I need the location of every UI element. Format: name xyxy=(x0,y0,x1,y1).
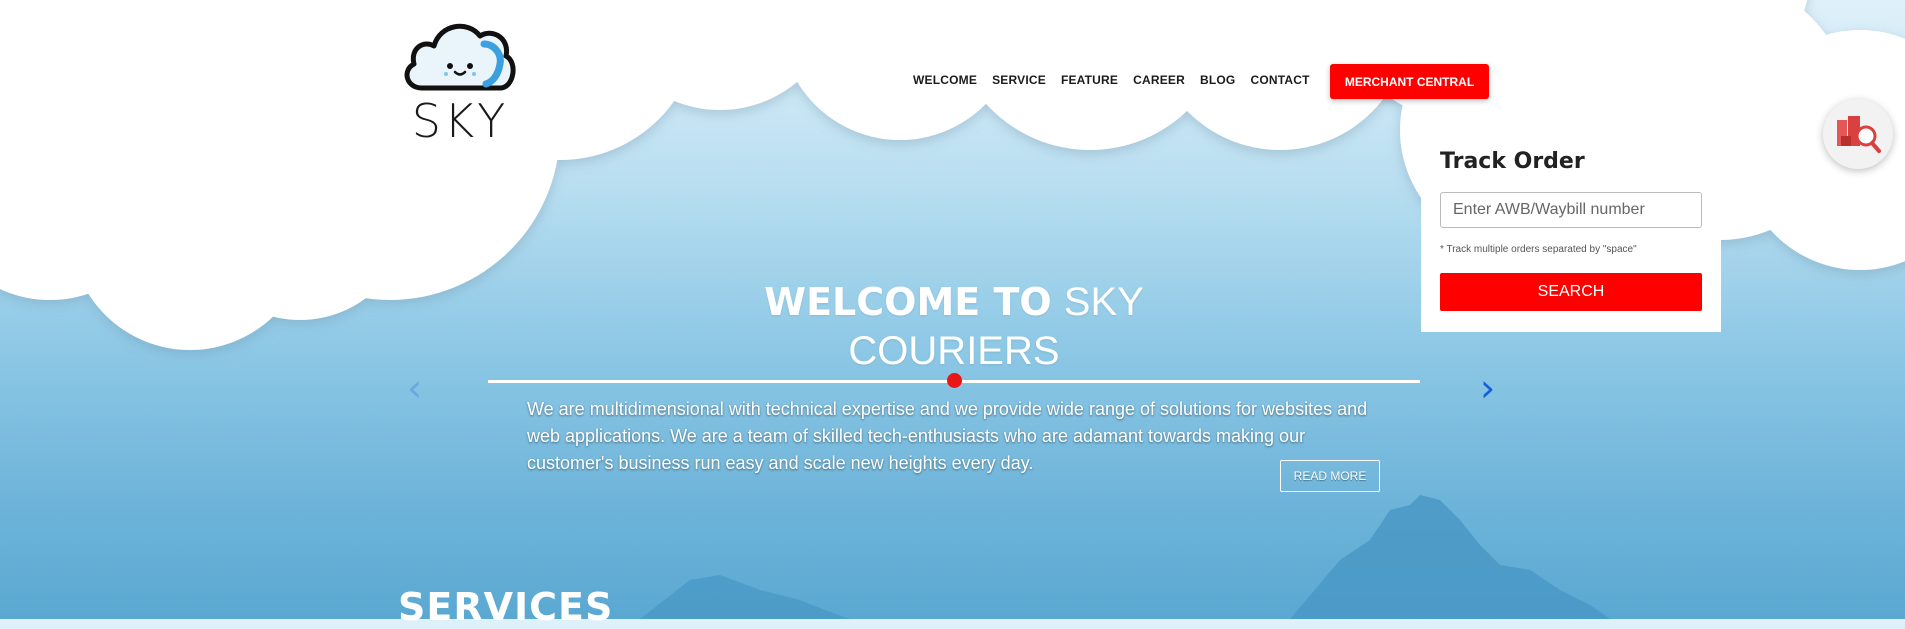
nav-service[interactable]: SERVICE xyxy=(992,73,1046,87)
carousel-prev-icon[interactable]: ‹ xyxy=(407,369,422,407)
search-button[interactable]: SEARCH xyxy=(1440,273,1702,311)
package-search-icon xyxy=(1837,116,1881,153)
brand-name: SKY xyxy=(411,94,509,148)
hero-title-couriers: COURIERS xyxy=(848,329,1060,373)
read-more-button[interactable]: READ MORE xyxy=(1280,460,1380,492)
package-search-button[interactable] xyxy=(1823,99,1893,169)
cloud-icon xyxy=(404,23,516,91)
awb-input[interactable] xyxy=(1440,192,1702,228)
brand-logo[interactable]: SKY xyxy=(398,14,522,144)
carousel-next-icon[interactable]: › xyxy=(1480,369,1495,407)
hero-description: We are multidimensional with technical e… xyxy=(527,399,1368,473)
merchant-central-button[interactable]: MERCHANT CENTRAL xyxy=(1330,64,1489,99)
hero-title-sky: SKY xyxy=(1063,280,1144,324)
carousel-indicator-dot[interactable] xyxy=(947,373,962,388)
nav-feature[interactable]: FEATURE xyxy=(1061,73,1118,87)
track-order-title: Track Order xyxy=(1440,149,1585,174)
track-order-card: Track Order * Track multiple orders sepa… xyxy=(1421,135,1721,332)
nav-contact[interactable]: CONTACT xyxy=(1250,73,1309,87)
hero-title: WELCOME TO SKY COURIERS xyxy=(700,278,1208,376)
hero-title-bold: WELCOME TO xyxy=(764,280,1052,324)
services-heading: SERVICES xyxy=(398,585,614,629)
nav-blog[interactable]: BLOG xyxy=(1200,73,1235,87)
track-hint: * Track multiple orders separated by "sp… xyxy=(1440,244,1637,255)
main-nav: WELCOME SERVICE FEATURE CAREER BLOG CONT… xyxy=(913,73,1325,87)
nav-welcome[interactable]: WELCOME xyxy=(913,73,977,87)
nav-career[interactable]: CAREER xyxy=(1133,73,1185,87)
